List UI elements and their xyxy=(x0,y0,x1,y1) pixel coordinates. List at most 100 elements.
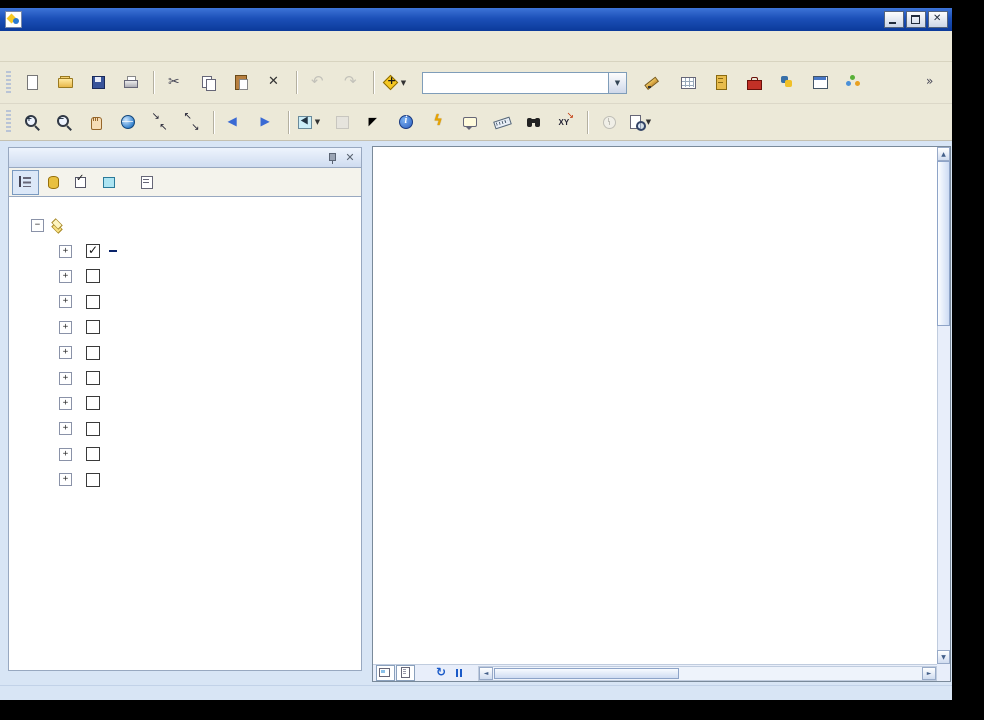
pause-drawing-button[interactable] xyxy=(452,666,468,680)
toolbar-grip[interactable] xyxy=(6,70,11,95)
data-frame-label[interactable] xyxy=(70,225,78,227)
add-data-button[interactable] xyxy=(381,68,410,97)
delete-button[interactable] xyxy=(260,68,289,97)
minimize-button[interactable] xyxy=(884,11,904,28)
scale-combo-dropdown-button[interactable] xyxy=(608,72,626,93)
hyperlink-button[interactable] xyxy=(424,109,452,136)
undo-button[interactable] xyxy=(304,68,333,97)
list-by-selection-button[interactable] xyxy=(96,170,123,195)
zoom-in-button[interactable] xyxy=(18,109,46,136)
layer-label[interactable] xyxy=(109,479,117,481)
scroll-down-button[interactable] xyxy=(937,650,950,664)
find-button[interactable] xyxy=(520,109,548,136)
map-scale-combo[interactable] xyxy=(422,71,627,94)
copy-button[interactable] xyxy=(194,68,223,97)
go-to-xy-button[interactable] xyxy=(552,109,580,136)
menu-insert[interactable] xyxy=(124,40,150,52)
toc-root-row[interactable] xyxy=(9,213,361,238)
new-document-button[interactable] xyxy=(18,68,47,97)
print-button[interactable] xyxy=(117,68,146,97)
create-viewer-window-button[interactable] xyxy=(627,109,655,136)
time-slider-button[interactable] xyxy=(595,109,623,136)
layer-visibility-checkbox[interactable] xyxy=(86,269,100,284)
maximize-button[interactable] xyxy=(906,11,926,28)
editor-toolbar-button[interactable] xyxy=(641,68,670,97)
layer-label[interactable] xyxy=(109,275,117,277)
layer-label[interactable] xyxy=(109,453,117,455)
search-window-button[interactable] xyxy=(806,68,835,97)
scroll-right-button[interactable] xyxy=(922,666,936,680)
close-button[interactable] xyxy=(928,11,948,28)
expand-expander-icon[interactable] xyxy=(59,346,72,360)
open-attribute-table-button[interactable] xyxy=(674,68,703,97)
expand-expander-icon[interactable] xyxy=(59,396,72,410)
scroll-left-button[interactable] xyxy=(479,666,493,680)
menu-windows[interactable] xyxy=(228,40,254,52)
toc-close-icon[interactable] xyxy=(343,151,357,165)
fixed-zoom-out-button[interactable] xyxy=(178,109,206,136)
pin-icon[interactable] xyxy=(326,151,338,165)
identify-button[interactable] xyxy=(392,109,420,136)
python-window-button[interactable] xyxy=(773,68,802,97)
open-button[interactable] xyxy=(51,68,80,97)
expand-expander-icon[interactable] xyxy=(59,422,72,436)
list-by-source-button[interactable] xyxy=(40,170,67,195)
menu-geoprocessing[interactable] xyxy=(176,40,202,52)
layer-visibility-checkbox[interactable] xyxy=(86,396,100,411)
expand-expander-icon[interactable] xyxy=(59,447,72,461)
layer-label[interactable] xyxy=(109,326,117,328)
clear-selected-features-button[interactable] xyxy=(328,109,356,136)
full-extent-button[interactable] xyxy=(114,109,142,136)
zoom-out-button[interactable] xyxy=(50,109,78,136)
layer-label[interactable] xyxy=(109,402,117,404)
layer-visibility-checkbox[interactable] xyxy=(86,345,100,360)
toolbar-overflow-button[interactable] xyxy=(917,68,946,97)
title-bar[interactable] xyxy=(0,8,952,31)
menu-edit[interactable] xyxy=(46,40,72,52)
expand-expander-icon[interactable] xyxy=(59,269,72,283)
refresh-button[interactable] xyxy=(434,665,450,680)
list-by-visibility-button[interactable] xyxy=(68,170,95,195)
select-features-button[interactable] xyxy=(296,109,324,136)
layer-visibility-checkbox[interactable] xyxy=(86,294,100,309)
modelbuilder-button[interactable] xyxy=(839,68,868,97)
measure-button[interactable] xyxy=(488,109,516,136)
expand-expander-icon[interactable] xyxy=(59,244,72,258)
data-view-button[interactable] xyxy=(376,665,395,681)
layout-view-button[interactable] xyxy=(396,665,415,681)
menu-selection[interactable] xyxy=(150,40,176,52)
menu-customize[interactable] xyxy=(202,40,228,52)
forward-extent-button[interactable] xyxy=(253,109,281,136)
html-popup-button[interactable] xyxy=(456,109,484,136)
horizontal-scroll-thumb[interactable] xyxy=(494,667,679,679)
back-extent-button[interactable] xyxy=(221,109,249,136)
vertical-scroll-thumb[interactable] xyxy=(937,161,950,326)
menu-view[interactable] xyxy=(72,40,98,52)
menu-bookmarks[interactable] xyxy=(98,40,124,52)
collapse-expander-icon[interactable] xyxy=(31,219,44,233)
toc-header[interactable] xyxy=(8,147,362,168)
map-horizontal-scrollbar[interactable] xyxy=(478,665,937,681)
layer-visibility-checkbox[interactable] xyxy=(86,320,100,335)
expand-expander-icon[interactable] xyxy=(59,320,72,334)
pan-button[interactable] xyxy=(82,109,110,136)
layer-visibility-checkbox[interactable] xyxy=(86,371,100,386)
expand-expander-icon[interactable] xyxy=(59,371,72,385)
layer-label[interactable] xyxy=(109,352,117,354)
toc-options-button[interactable] xyxy=(134,170,161,195)
toolbar-grip[interactable] xyxy=(6,110,11,134)
layer-label[interactable] xyxy=(109,250,117,253)
expand-expander-icon[interactable] xyxy=(59,473,72,487)
redo-button[interactable] xyxy=(337,68,366,97)
select-elements-button[interactable] xyxy=(360,109,388,136)
layer-visibility-checkbox[interactable] xyxy=(86,447,100,462)
menu-help[interactable] xyxy=(254,40,280,52)
expand-expander-icon[interactable] xyxy=(59,295,72,309)
layer-label[interactable] xyxy=(109,428,117,430)
menu-file[interactable] xyxy=(20,40,46,52)
arctoolbox-button[interactable] xyxy=(740,68,769,97)
save-button[interactable] xyxy=(84,68,113,97)
layer-label[interactable] xyxy=(109,377,117,379)
layer-label[interactable] xyxy=(109,301,117,303)
map-canvas[interactable] xyxy=(373,147,937,664)
